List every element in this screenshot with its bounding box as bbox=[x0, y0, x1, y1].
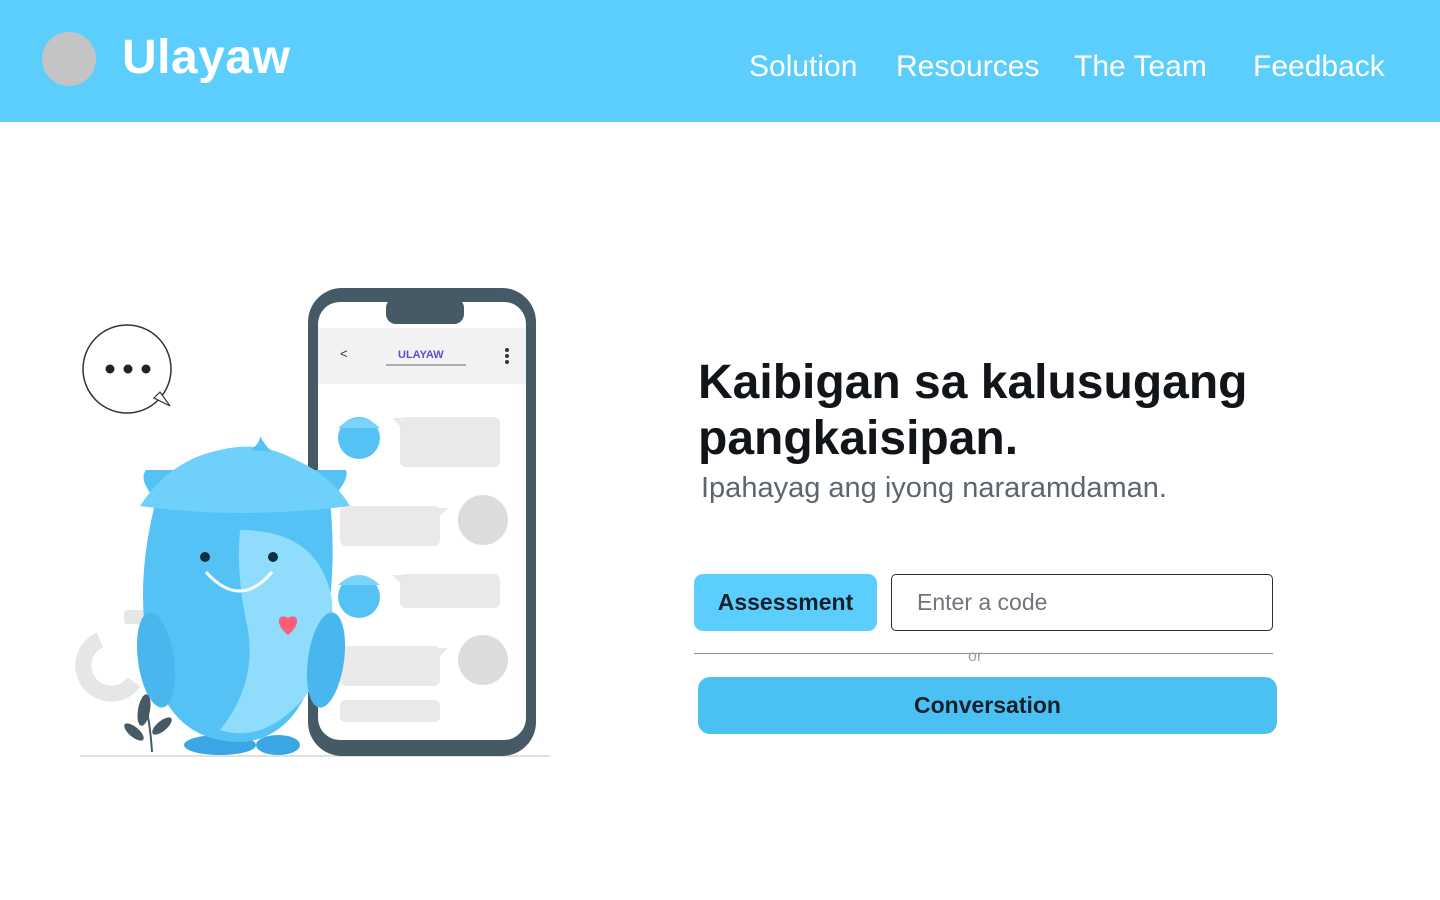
hero-illustration: < ULAYAW bbox=[75, 288, 550, 757]
vertical-dots-icon bbox=[505, 348, 509, 364]
phone-back-icon: < bbox=[340, 346, 348, 361]
or-divider bbox=[694, 653, 1273, 654]
phone-mockup: < ULAYAW bbox=[308, 288, 536, 756]
logo-icon[interactable] bbox=[42, 32, 96, 86]
nav-link-resources[interactable]: Resources bbox=[896, 50, 1039, 84]
phone-app-title: ULAYAW bbox=[398, 349, 444, 361]
brand-name[interactable]: Ulayaw bbox=[122, 30, 290, 85]
or-label: or bbox=[968, 648, 983, 665]
hero-subtitle: Ipahayag ang iyong nararamdaman. bbox=[701, 472, 1167, 504]
nav-link-the-team[interactable]: The Team bbox=[1074, 50, 1207, 84]
ellipsis-speech-bubble-icon bbox=[82, 324, 172, 414]
top-navbar: Ulayaw Solution Resources The Team Feedb… bbox=[0, 0, 1440, 122]
hero-title: Kaibigan sa kalusugang pangkaisipan. bbox=[698, 356, 1248, 465]
nav-link-feedback[interactable]: Feedback bbox=[1253, 50, 1385, 84]
nav-link-solution[interactable]: Solution bbox=[749, 50, 857, 84]
phone-notch bbox=[386, 298, 464, 324]
conversation-button[interactable]: Conversation bbox=[698, 677, 1277, 734]
assessment-button[interactable]: Assessment bbox=[694, 574, 877, 631]
code-input[interactable] bbox=[891, 574, 1273, 631]
